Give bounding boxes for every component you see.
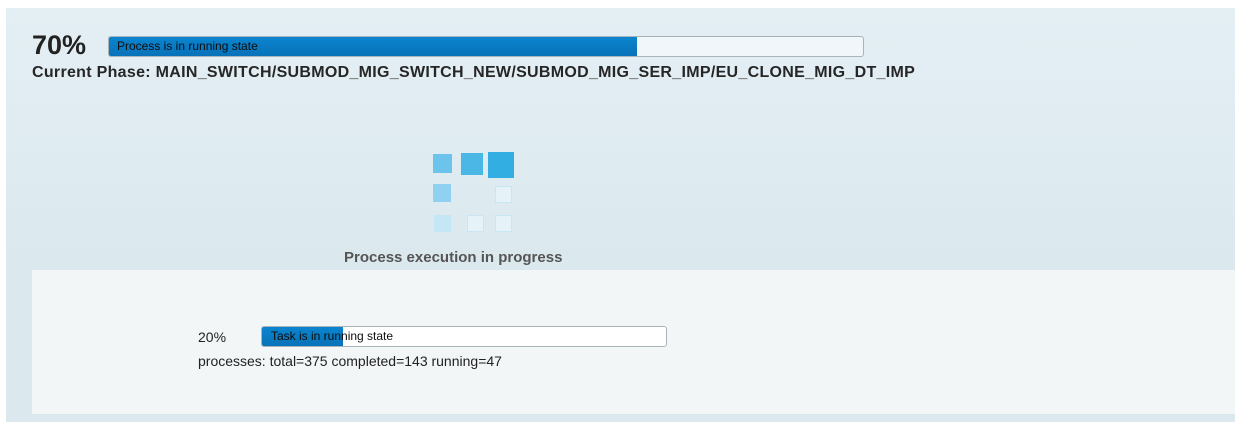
- process-status-text: Process execution in progress: [344, 249, 563, 266]
- spinner-square: [434, 215, 451, 232]
- loading-spinner-icon: [431, 152, 521, 233]
- task-progress-text: Task is in running state: [271, 329, 394, 343]
- current-phase-label: Current Phase: MAIN_SWITCH/SUBMOD_MIG_SW…: [32, 64, 916, 81]
- spinner-square: [467, 215, 484, 232]
- spinner-square: [495, 215, 512, 232]
- task-details-panel: 20% Task is in running state processes: …: [32, 270, 1235, 414]
- task-percent: 20%: [198, 329, 227, 345]
- spinner-square: [433, 184, 451, 202]
- overall-progress-bar: Process is in running state: [108, 36, 864, 57]
- spinner-square: [495, 186, 512, 203]
- processes-summary: processes: total=375 completed=143 runni…: [198, 353, 502, 369]
- spinner-square: [433, 154, 452, 173]
- overall-percent: 70%: [32, 30, 87, 60]
- overall-progress-text: Process is in running state: [117, 39, 258, 53]
- spinner-square: [461, 153, 483, 175]
- task-progress-bar: Task is in running state: [261, 326, 667, 347]
- execution-monitor-panel: 70% Process is in running state Current …: [6, 8, 1235, 422]
- spinner-square: [488, 152, 514, 178]
